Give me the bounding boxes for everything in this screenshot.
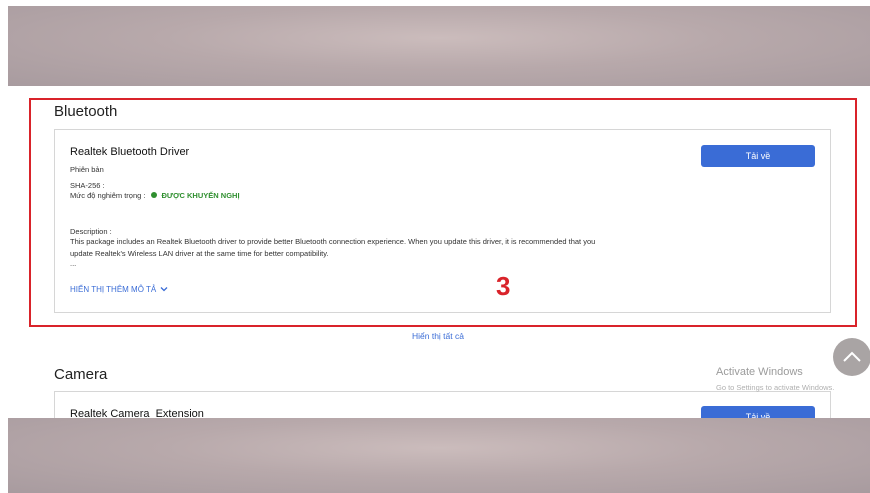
activate-windows-subtitle: Go to Settings to activate Windows. <box>716 383 835 392</box>
activate-windows-title: Activate Windows <box>716 366 803 378</box>
chevron-up-icon <box>843 351 861 362</box>
annotation-number: 3 <box>496 271 511 301</box>
scroll-to-top-button[interactable] <box>833 338 870 376</box>
camera-section-title: Camera <box>54 366 108 383</box>
annotation-highlight-box <box>29 98 857 327</box>
top-image-band <box>8 6 870 86</box>
show-all-link[interactable]: Hiển thị tất cả <box>412 331 464 341</box>
bottom-image-band <box>8 418 870 493</box>
